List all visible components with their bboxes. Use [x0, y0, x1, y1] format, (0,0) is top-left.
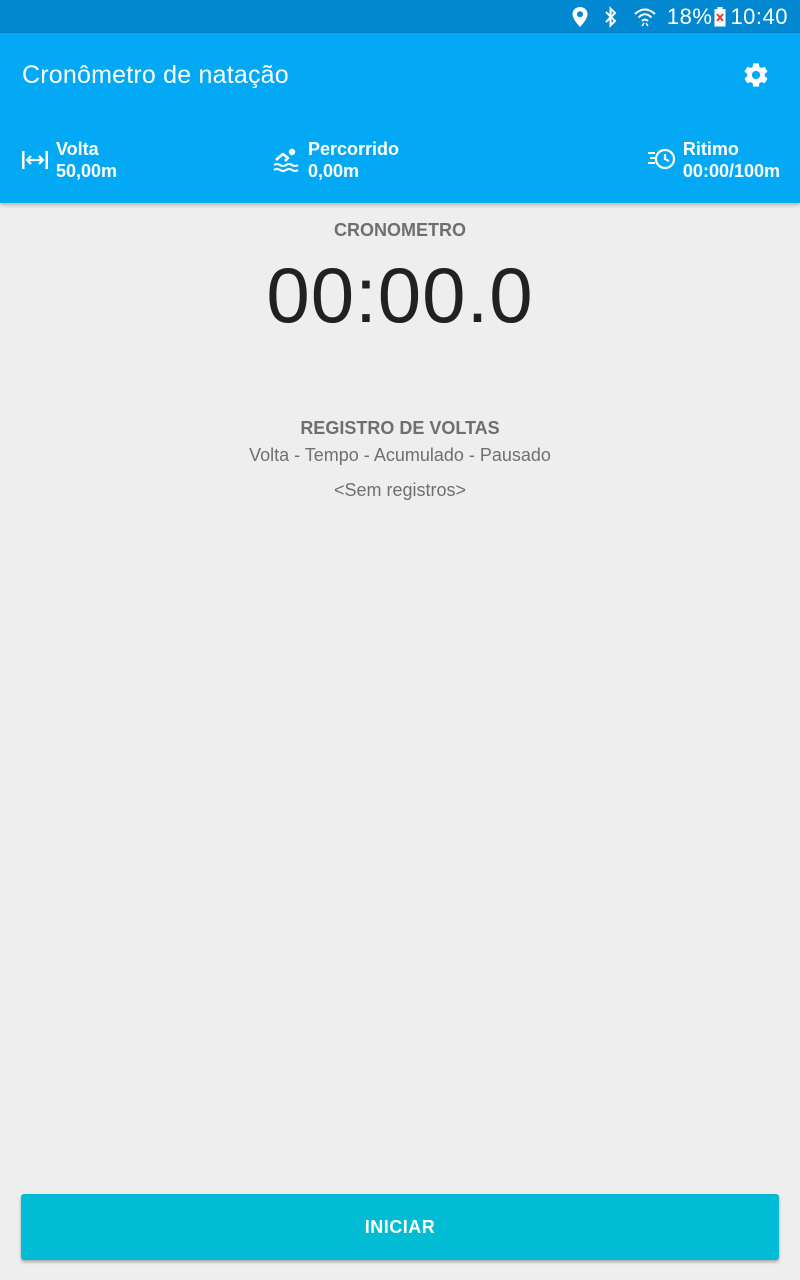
- lap-log-empty: <Sem registros>: [333, 480, 467, 500]
- stat-lap-value: 50,00m: [56, 161, 118, 181]
- stat-pace-value: 00:00/100m: [682, 161, 780, 181]
- battery-percent: 18%: [666, 3, 713, 29]
- stat-lap: Volta 50,00m: [20, 138, 117, 182]
- status-bar: 18% 10:40: [0, 0, 800, 33]
- battery-icon: [714, 5, 726, 29]
- settings-button[interactable]: [740, 59, 772, 91]
- clock-time: 10:40: [730, 3, 788, 29]
- stat-distance: Percorrido 0,00m: [272, 138, 399, 182]
- stat-pace-label: Ritimo: [682, 139, 739, 159]
- swimmer-icon: [272, 145, 302, 175]
- location-icon: [571, 5, 589, 29]
- pace-clock-icon: [647, 145, 677, 175]
- wifi-icon: [633, 5, 657, 29]
- bluetooth-icon: [603, 5, 619, 29]
- stat-distance-value: 0,00m: [308, 161, 360, 181]
- lap-log-columns: Volta - Tempo - Acumulado - Pausado: [249, 445, 551, 465]
- stat-distance-label: Percorrido: [308, 139, 400, 159]
- start-button[interactable]: INICIAR: [21, 1194, 779, 1260]
- stat-pace: Ritimo 00:00/100m: [647, 138, 780, 182]
- stat-lap-label: Volta: [56, 139, 99, 159]
- app-bar: Cronômetro de natação Volta 50,00m Perco…: [0, 33, 800, 203]
- chronometer-time: 00:00.0: [266, 251, 534, 339]
- gear-icon: [744, 63, 768, 87]
- chronometer-label: CRONOMETRO: [334, 220, 466, 240]
- lap-length-icon: [20, 145, 50, 175]
- stats-row: Volta 50,00m Percorrido 0,00m Ritimo 00:…: [0, 138, 800, 188]
- start-button-label: INICIAR: [364, 1216, 436, 1237]
- app-title: Cronômetro de natação: [22, 61, 289, 89]
- lap-log-title: REGISTRO DE VOLTAS: [300, 418, 500, 438]
